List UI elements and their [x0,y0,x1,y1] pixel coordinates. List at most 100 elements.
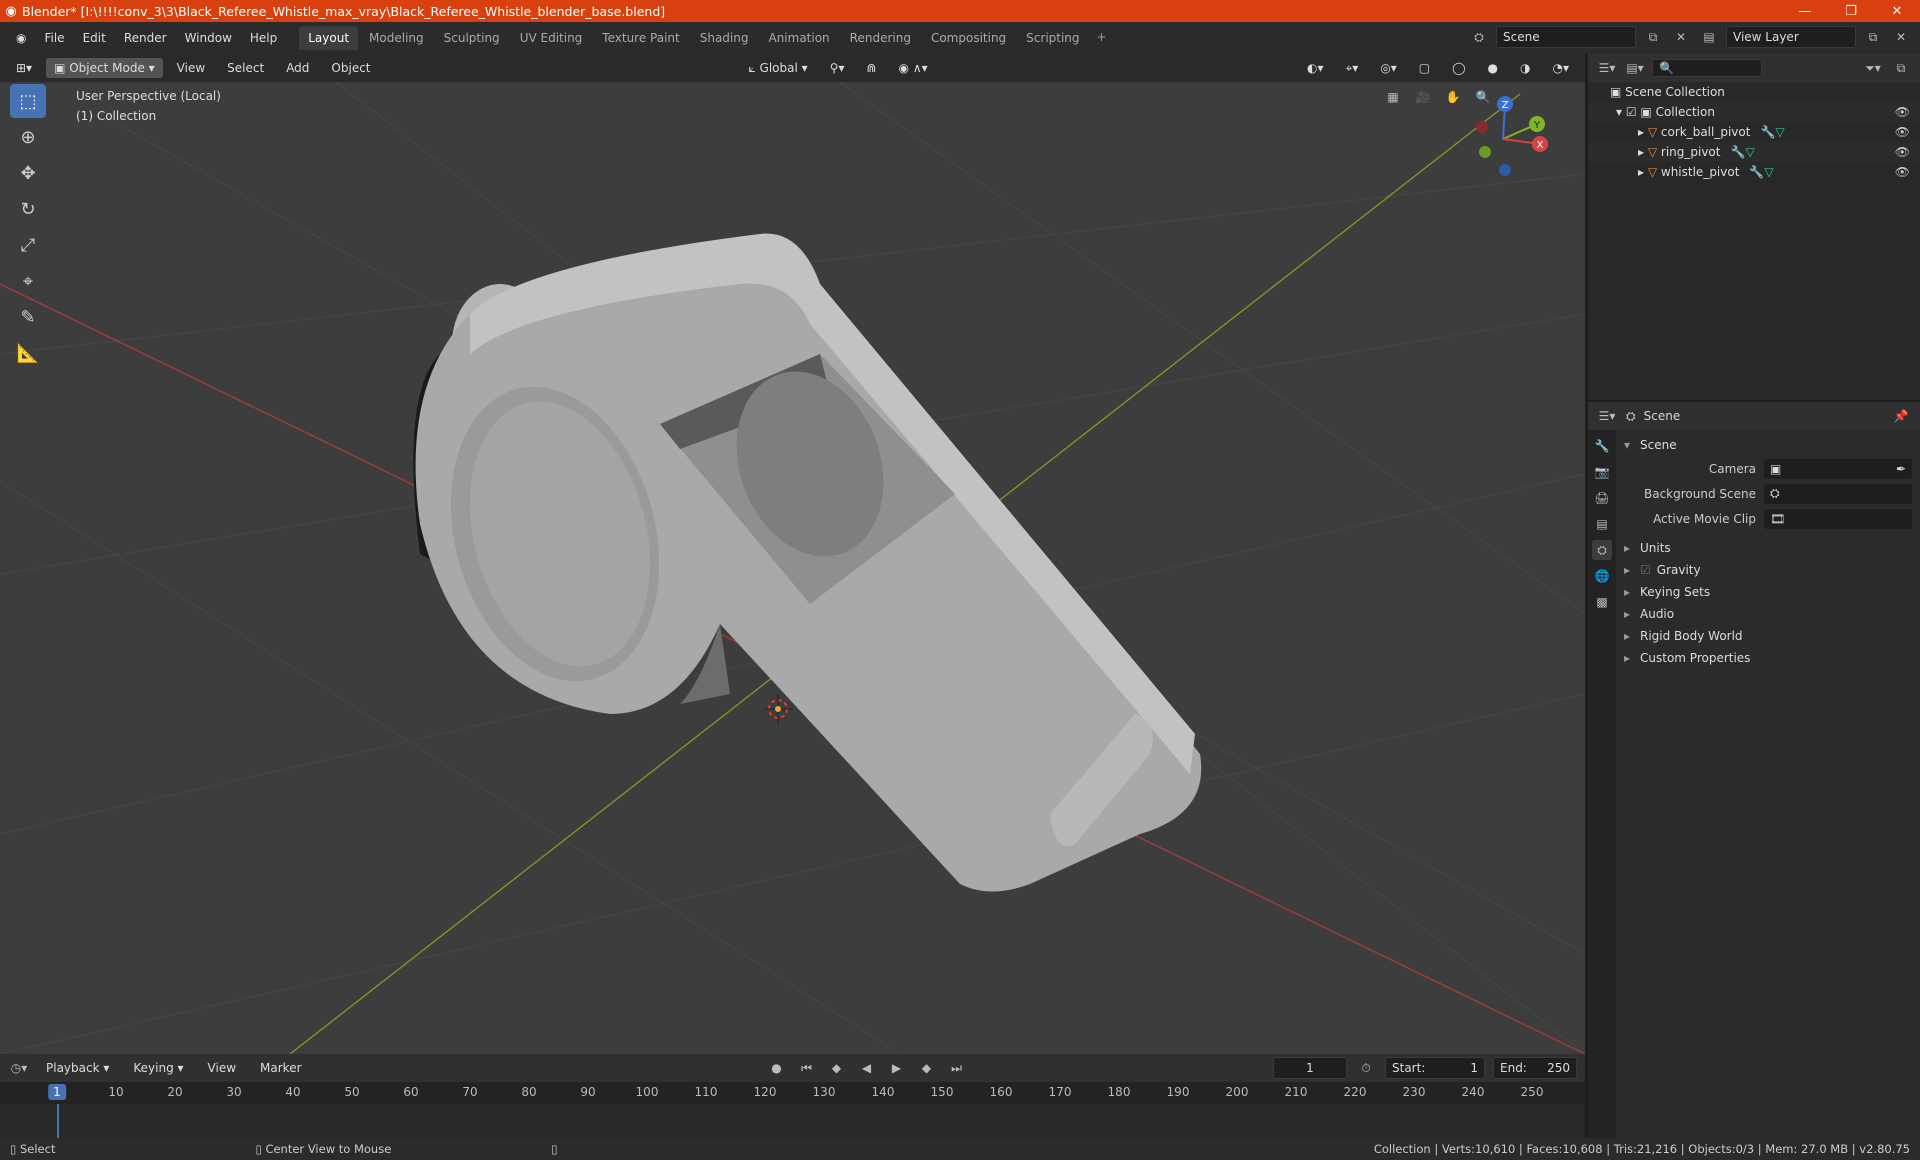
object-mode-dropdown[interactable]: ▣ Object Mode ▾ [46,58,163,78]
timeline-menu-marker[interactable]: Marker [252,1058,309,1078]
pivot-icon[interactable]: ⚲▾ [822,58,853,78]
play-reverse-icon[interactable]: ◀ [856,1057,878,1079]
scale-tool-icon[interactable]: ⤢ [10,228,46,262]
camera-view-icon[interactable]: 🎥 [1412,86,1434,108]
start-frame-field[interactable]: Start: 1 [1385,1057,1485,1079]
measure-tool-icon[interactable]: 📐 [10,336,46,370]
gravity-section[interactable]: ▸ ☑ Gravity [1624,559,1912,581]
minimize-button[interactable]: — [1782,0,1828,22]
expand-arrow-icon[interactable]: ▸ [1638,165,1648,179]
menu-help[interactable]: Help [242,27,285,49]
next-keyframe-icon[interactable]: ◆ [916,1057,938,1079]
tab-texture-paint[interactable]: Texture Paint [593,26,688,50]
menu-render[interactable]: Render [116,27,175,49]
visibility-icon[interactable]: ◐▾ [1299,58,1332,78]
expand-arrow-icon[interactable]: ▸ [1638,125,1648,139]
pin-icon[interactable]: 📌 [1890,405,1912,427]
add-workspace-icon[interactable]: + [1091,26,1113,50]
scene-field[interactable]: Scene [1496,26,1636,48]
frame-ruler[interactable]: 1 10 20 30 40 50 60 70 80 90 100 110 120 130 140 150 16… [0,1082,1585,1104]
snap-icon[interactable]: ⋒ [858,58,884,78]
timeline-menu-keying[interactable]: Keying ▾ [125,1058,191,1078]
view-layer-tab-icon[interactable]: ▤ [1592,514,1612,534]
scene-panel-header[interactable]: ▾ Scene [1624,434,1912,456]
whistle-model[interactable] [413,233,1202,892]
xray-icon[interactable]: ▢ [1411,58,1438,78]
viewport-menu-select[interactable]: Select [219,58,272,78]
properties-editor-icon[interactable]: ☰▾ [1596,405,1618,427]
menu-window[interactable]: Window [177,27,240,49]
gizmo-toggle-icon[interactable]: ⌖▾ [1337,58,1366,79]
camera-field[interactable]: ▣ ✒ [1764,458,1912,479]
tool-tab-icon[interactable]: 🔧 [1592,436,1612,456]
render-tab-icon[interactable]: 📷 [1592,462,1612,482]
select-box-tool-icon[interactable]: ⬚ [10,84,46,118]
current-frame-indicator[interactable]: 1 [48,1084,66,1100]
overlay-toggle-icon[interactable]: ◎▾ [1372,58,1405,78]
orientation-dropdown[interactable]: ⟀ Global ▾ [741,58,816,79]
outliner-row-scene-collection[interactable]: ▣ Scene Collection [1588,82,1920,102]
outliner-editor-icon[interactable]: ☰▾ [1596,57,1618,79]
transform-tool-icon[interactable]: ⌖ [10,264,46,298]
timeline-editor-icon[interactable]: ◷▾ [8,1057,30,1079]
delete-scene-icon[interactable]: ✕ [1670,26,1692,48]
gizmo-neg-y[interactable] [1479,146,1491,158]
cursor-tool-icon[interactable]: ⊕ [10,120,46,154]
menu-edit[interactable]: Edit [75,27,114,49]
view-layer-field[interactable]: View Layer [1726,26,1856,48]
eye-icon[interactable]: 👁 [1895,145,1910,159]
grid-view-icon[interactable]: ▦ [1382,86,1404,108]
outliner-row-ring-pivot[interactable]: ▸ ▽ ring_pivot 🔧 ▽ 👁 [1588,142,1920,162]
keying-sets-section[interactable]: ▸ Keying Sets [1624,581,1912,603]
play-icon[interactable]: ▶ [886,1057,908,1079]
annotate-tool-icon[interactable]: ✎ [10,300,46,334]
custom-properties-section[interactable]: ▸ Custom Properties [1624,647,1912,669]
view-layer-icon[interactable]: ▤ [1698,26,1720,48]
tab-shading[interactable]: Shading [691,26,758,50]
gizmo-neg-x[interactable] [1476,121,1488,133]
tab-modeling[interactable]: Modeling [360,26,433,50]
tab-animation[interactable]: Animation [759,26,838,50]
proportional-edit-icon[interactable]: ◉ ∧▾ [891,58,936,78]
output-tab-icon[interactable]: 🖨 [1592,488,1612,508]
rotate-tool-icon[interactable]: ↻ [10,192,46,226]
tab-compositing[interactable]: Compositing [922,26,1015,50]
scene-tab-icon[interactable]: ⛭ [1592,540,1612,560]
current-frame-field[interactable]: 1 [1273,1057,1347,1079]
maximize-button[interactable]: ❐ [1828,0,1874,22]
shading-solid-icon[interactable]: ● [1480,58,1506,78]
eye-icon[interactable]: 👁 [1895,105,1910,119]
record-icon[interactable]: ● [766,1057,788,1079]
display-mode-icon[interactable]: ▤▾ [1624,57,1646,79]
eyedropper-icon[interactable]: ✒ [1896,462,1906,476]
3d-viewport[interactable]: ⊞▾ ▣ Object Mode ▾ View Select Add Objec… [0,54,1585,1054]
shading-rendered-icon[interactable]: ◔▾ [1545,58,1578,78]
stopwatch-icon[interactable]: ⏱ [1355,1057,1377,1079]
close-button[interactable]: ✕ [1874,0,1920,22]
expand-arrow-icon[interactable]: ▸ [1638,145,1648,159]
delete-view-layer-icon[interactable]: ✕ [1890,26,1912,48]
eye-icon[interactable]: 👁 [1895,165,1910,179]
viewport-menu-object[interactable]: Object [323,58,378,78]
navigation-gizmo[interactable]: Z Y X [1455,84,1555,184]
blender-menu-icon[interactable]: ◉ [8,27,34,49]
tab-sculpting[interactable]: Sculpting [435,26,509,50]
active-movie-clip-field[interactable]: 🎞 [1764,508,1912,529]
outliner-row-whistle-pivot[interactable]: ▸ ▽ whistle_pivot 🔧 ▽ 👁 [1588,162,1920,182]
end-frame-field[interactable]: End: 250 [1493,1057,1577,1079]
viewport-menu-add[interactable]: Add [278,58,317,78]
viewport-menu-view[interactable]: View [169,58,213,78]
texture-tab-icon[interactable]: ▩ [1592,592,1612,612]
tab-uv-editing[interactable]: UV Editing [511,26,592,50]
tab-scripting[interactable]: Scripting [1017,26,1088,50]
new-view-layer-icon[interactable]: ⧉ [1862,26,1884,48]
shading-wireframe-icon[interactable]: ◯ [1444,58,1473,78]
tab-rendering[interactable]: Rendering [841,26,920,50]
timeline-track-area[interactable] [0,1104,1585,1138]
gravity-checkbox-icon[interactable]: ☑ [1640,563,1651,577]
eye-icon[interactable]: 👁 [1895,125,1910,139]
jump-start-icon[interactable]: ⏮ [796,1057,818,1079]
tab-layout[interactable]: Layout [299,26,359,50]
rigid-body-world-section[interactable]: ▸ Rigid Body World [1624,625,1912,647]
world-tab-icon[interactable]: 🌐 [1592,566,1612,586]
